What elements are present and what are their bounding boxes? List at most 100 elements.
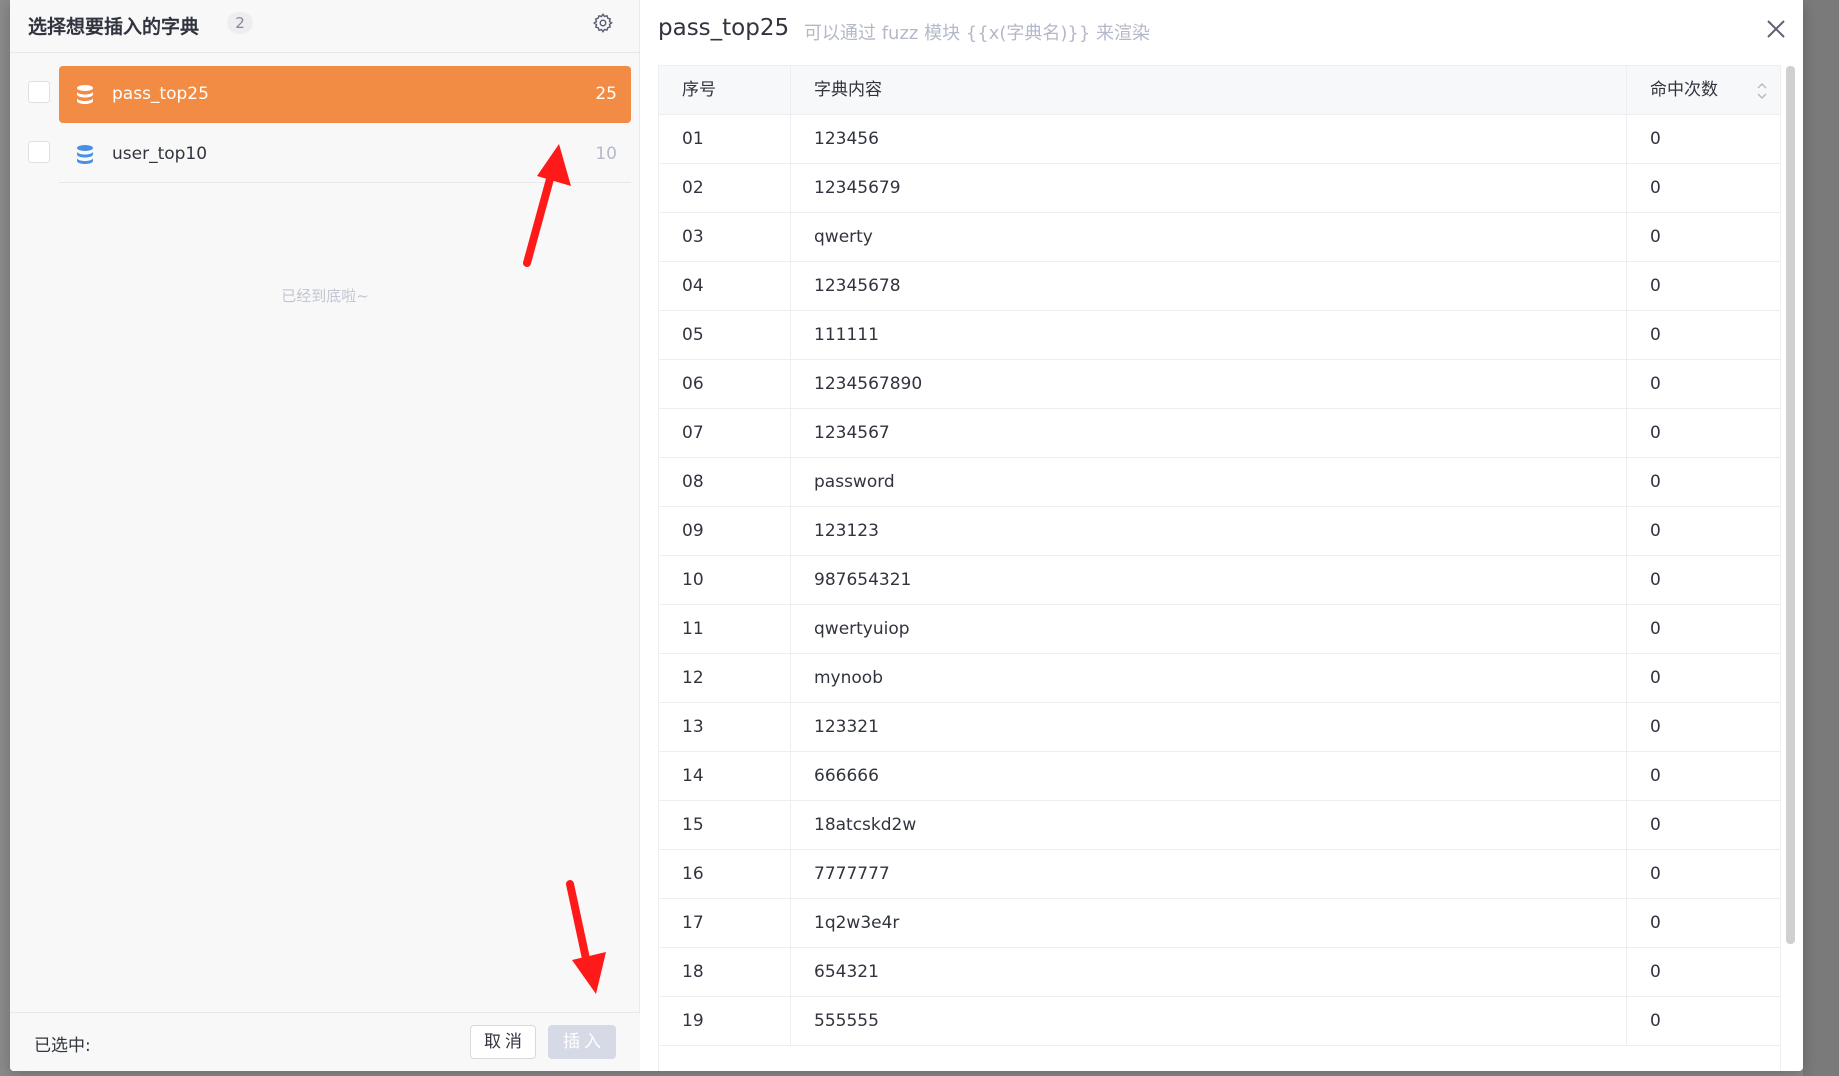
- dictionary-checkbox[interactable]: [28, 81, 50, 103]
- database-icon: [77, 85, 93, 104]
- database-icon: [77, 145, 93, 164]
- cell-index: 01: [659, 115, 791, 164]
- cell-hits: 0: [1650, 129, 1661, 149]
- dictionary-entry-count: 10: [595, 144, 617, 164]
- table-row: 05 111111 0: [659, 311, 1780, 360]
- table-row: 06 1234567890 0: [659, 360, 1780, 409]
- table-row: 19 555555 0: [659, 997, 1780, 1046]
- dictionary-checkbox[interactable]: [28, 141, 50, 163]
- cell-content: 1q2w3e4r: [791, 899, 1627, 948]
- table-row: 12 mynoob 0: [659, 654, 1780, 703]
- cell-index: 06: [659, 360, 791, 409]
- cell-index: 17: [659, 899, 791, 948]
- cell-hits: 0: [1650, 766, 1661, 786]
- gear-icon[interactable]: [592, 12, 614, 34]
- insert-button[interactable]: 插入: [548, 1025, 616, 1059]
- cell-index: 16: [659, 850, 791, 899]
- cell-index: 05: [659, 311, 791, 360]
- cancel-button[interactable]: 取消: [470, 1025, 536, 1059]
- cell-content: qwertyuiop: [791, 605, 1627, 654]
- sort-icon[interactable]: [1757, 82, 1767, 100]
- cell-hits: 0: [1650, 325, 1661, 345]
- cell-content: 12345679: [791, 164, 1627, 213]
- table-row: 02 12345679 0: [659, 164, 1780, 213]
- cell-index: 10: [659, 556, 791, 605]
- table-row: 16 7777777 0: [659, 850, 1780, 899]
- close-icon[interactable]: [1764, 17, 1788, 41]
- cell-content: 666666: [791, 752, 1627, 801]
- preview-hint: 可以通过 fuzz 模块 {{x(字典名)}} 来渲染: [804, 23, 1151, 44]
- cell-index: 12: [659, 654, 791, 703]
- table-row: 15 18atcskd2w 0: [659, 801, 1780, 850]
- table-row: 09 123123 0: [659, 507, 1780, 556]
- table-row: 04 12345678 0: [659, 262, 1780, 311]
- cell-index: 18: [659, 948, 791, 997]
- cell-index: 14: [659, 752, 791, 801]
- cell-index: 15: [659, 801, 791, 850]
- cell-content: password: [791, 458, 1627, 507]
- column-header-content: 字典内容: [791, 66, 1627, 115]
- cell-content: 12345678: [791, 262, 1627, 311]
- cell-content: 7777777: [791, 850, 1627, 899]
- cell-hits: 0: [1650, 521, 1661, 541]
- table-row: 08 password 0: [659, 458, 1780, 507]
- annotation-arrow-down: [566, 880, 606, 994]
- cell-content: mynoob: [791, 654, 1627, 703]
- dictionary-insert-modal: 选择想要插入的字典 2 pass_top25 25 user_top10 10 …: [10, 0, 1803, 1071]
- cell-index: 02: [659, 164, 791, 213]
- cell-hits: 0: [1650, 276, 1661, 296]
- cell-hits: 0: [1650, 570, 1661, 590]
- cell-hits: 0: [1650, 374, 1661, 394]
- cell-index: 07: [659, 409, 791, 458]
- cell-hits: 0: [1650, 619, 1661, 639]
- table-scrollbar-thumb[interactable]: [1786, 66, 1795, 944]
- left-panel-title: 选择想要插入的字典: [28, 16, 200, 38]
- cell-content: 987654321: [791, 556, 1627, 605]
- table-row: 11 qwertyuiop 0: [659, 605, 1780, 654]
- left-panel-header: 选择想要插入的字典 2: [10, 0, 640, 53]
- table-row: 14 666666 0: [659, 752, 1780, 801]
- cell-hits: 0: [1650, 717, 1661, 737]
- cell-content: 18atcskd2w: [791, 801, 1627, 850]
- table-row: 03 qwerty 0: [659, 213, 1780, 262]
- background-right-edge: [1803, 0, 1839, 1076]
- cell-hits: 0: [1650, 913, 1661, 933]
- cell-hits: 0: [1650, 227, 1661, 247]
- dictionary-preview-panel: pass_top25 可以通过 fuzz 模块 {{x(字典名)}} 来渲染 序…: [640, 0, 1803, 1071]
- dictionary-count-badge: 2: [227, 12, 253, 34]
- cell-hits: 0: [1650, 178, 1661, 198]
- table-row: 13 123321 0: [659, 703, 1780, 752]
- table-row: 07 1234567 0: [659, 409, 1780, 458]
- list-item: pass_top25 25: [10, 63, 640, 123]
- cell-content: 1234567890: [791, 360, 1627, 409]
- cell-content: 1234567: [791, 409, 1627, 458]
- cell-content: 123123: [791, 507, 1627, 556]
- left-panel-footer: 已选中: 取消 插入: [10, 1012, 640, 1071]
- annotation-arrow-up: [523, 144, 571, 267]
- table-header-row: 序号 字典内容 命中次数: [659, 66, 1780, 115]
- dictionary-name: user_top10: [112, 144, 208, 164]
- dictionary-entry-count: 25: [595, 84, 617, 104]
- dictionary-name: pass_top25: [112, 84, 209, 104]
- cell-hits: 0: [1650, 864, 1661, 884]
- cell-hits: 0: [1650, 423, 1661, 443]
- dictionary-content-table: 序号 字典内容 命中次数 01 123456 0 02 12345679 0 03 qwert…: [658, 65, 1781, 1071]
- preview-title: pass_top25: [658, 15, 790, 41]
- selected-label: 已选中:: [34, 1036, 91, 1056]
- table-row: 01 123456 0: [659, 115, 1780, 164]
- table-row: 17 1q2w3e4r 0: [659, 899, 1780, 948]
- cell-content: 123321: [791, 703, 1627, 752]
- table-row: 10 987654321 0: [659, 556, 1780, 605]
- cell-hits: 0: [1650, 1011, 1661, 1031]
- cell-content: 555555: [791, 997, 1627, 1046]
- column-header-index: 序号: [659, 66, 791, 115]
- cell-hits: 0: [1650, 815, 1661, 835]
- end-of-list-note: 已经到底啦~: [281, 287, 369, 305]
- cell-content: 111111: [791, 311, 1627, 360]
- table-row: 18 654321 0: [659, 948, 1780, 997]
- cell-content: 654321: [791, 948, 1627, 997]
- cell-index: 04: [659, 262, 791, 311]
- cell-hits: 0: [1650, 472, 1661, 492]
- cell-index: 11: [659, 605, 791, 654]
- dictionary-row-pass-top25[interactable]: pass_top25 25: [59, 66, 631, 123]
